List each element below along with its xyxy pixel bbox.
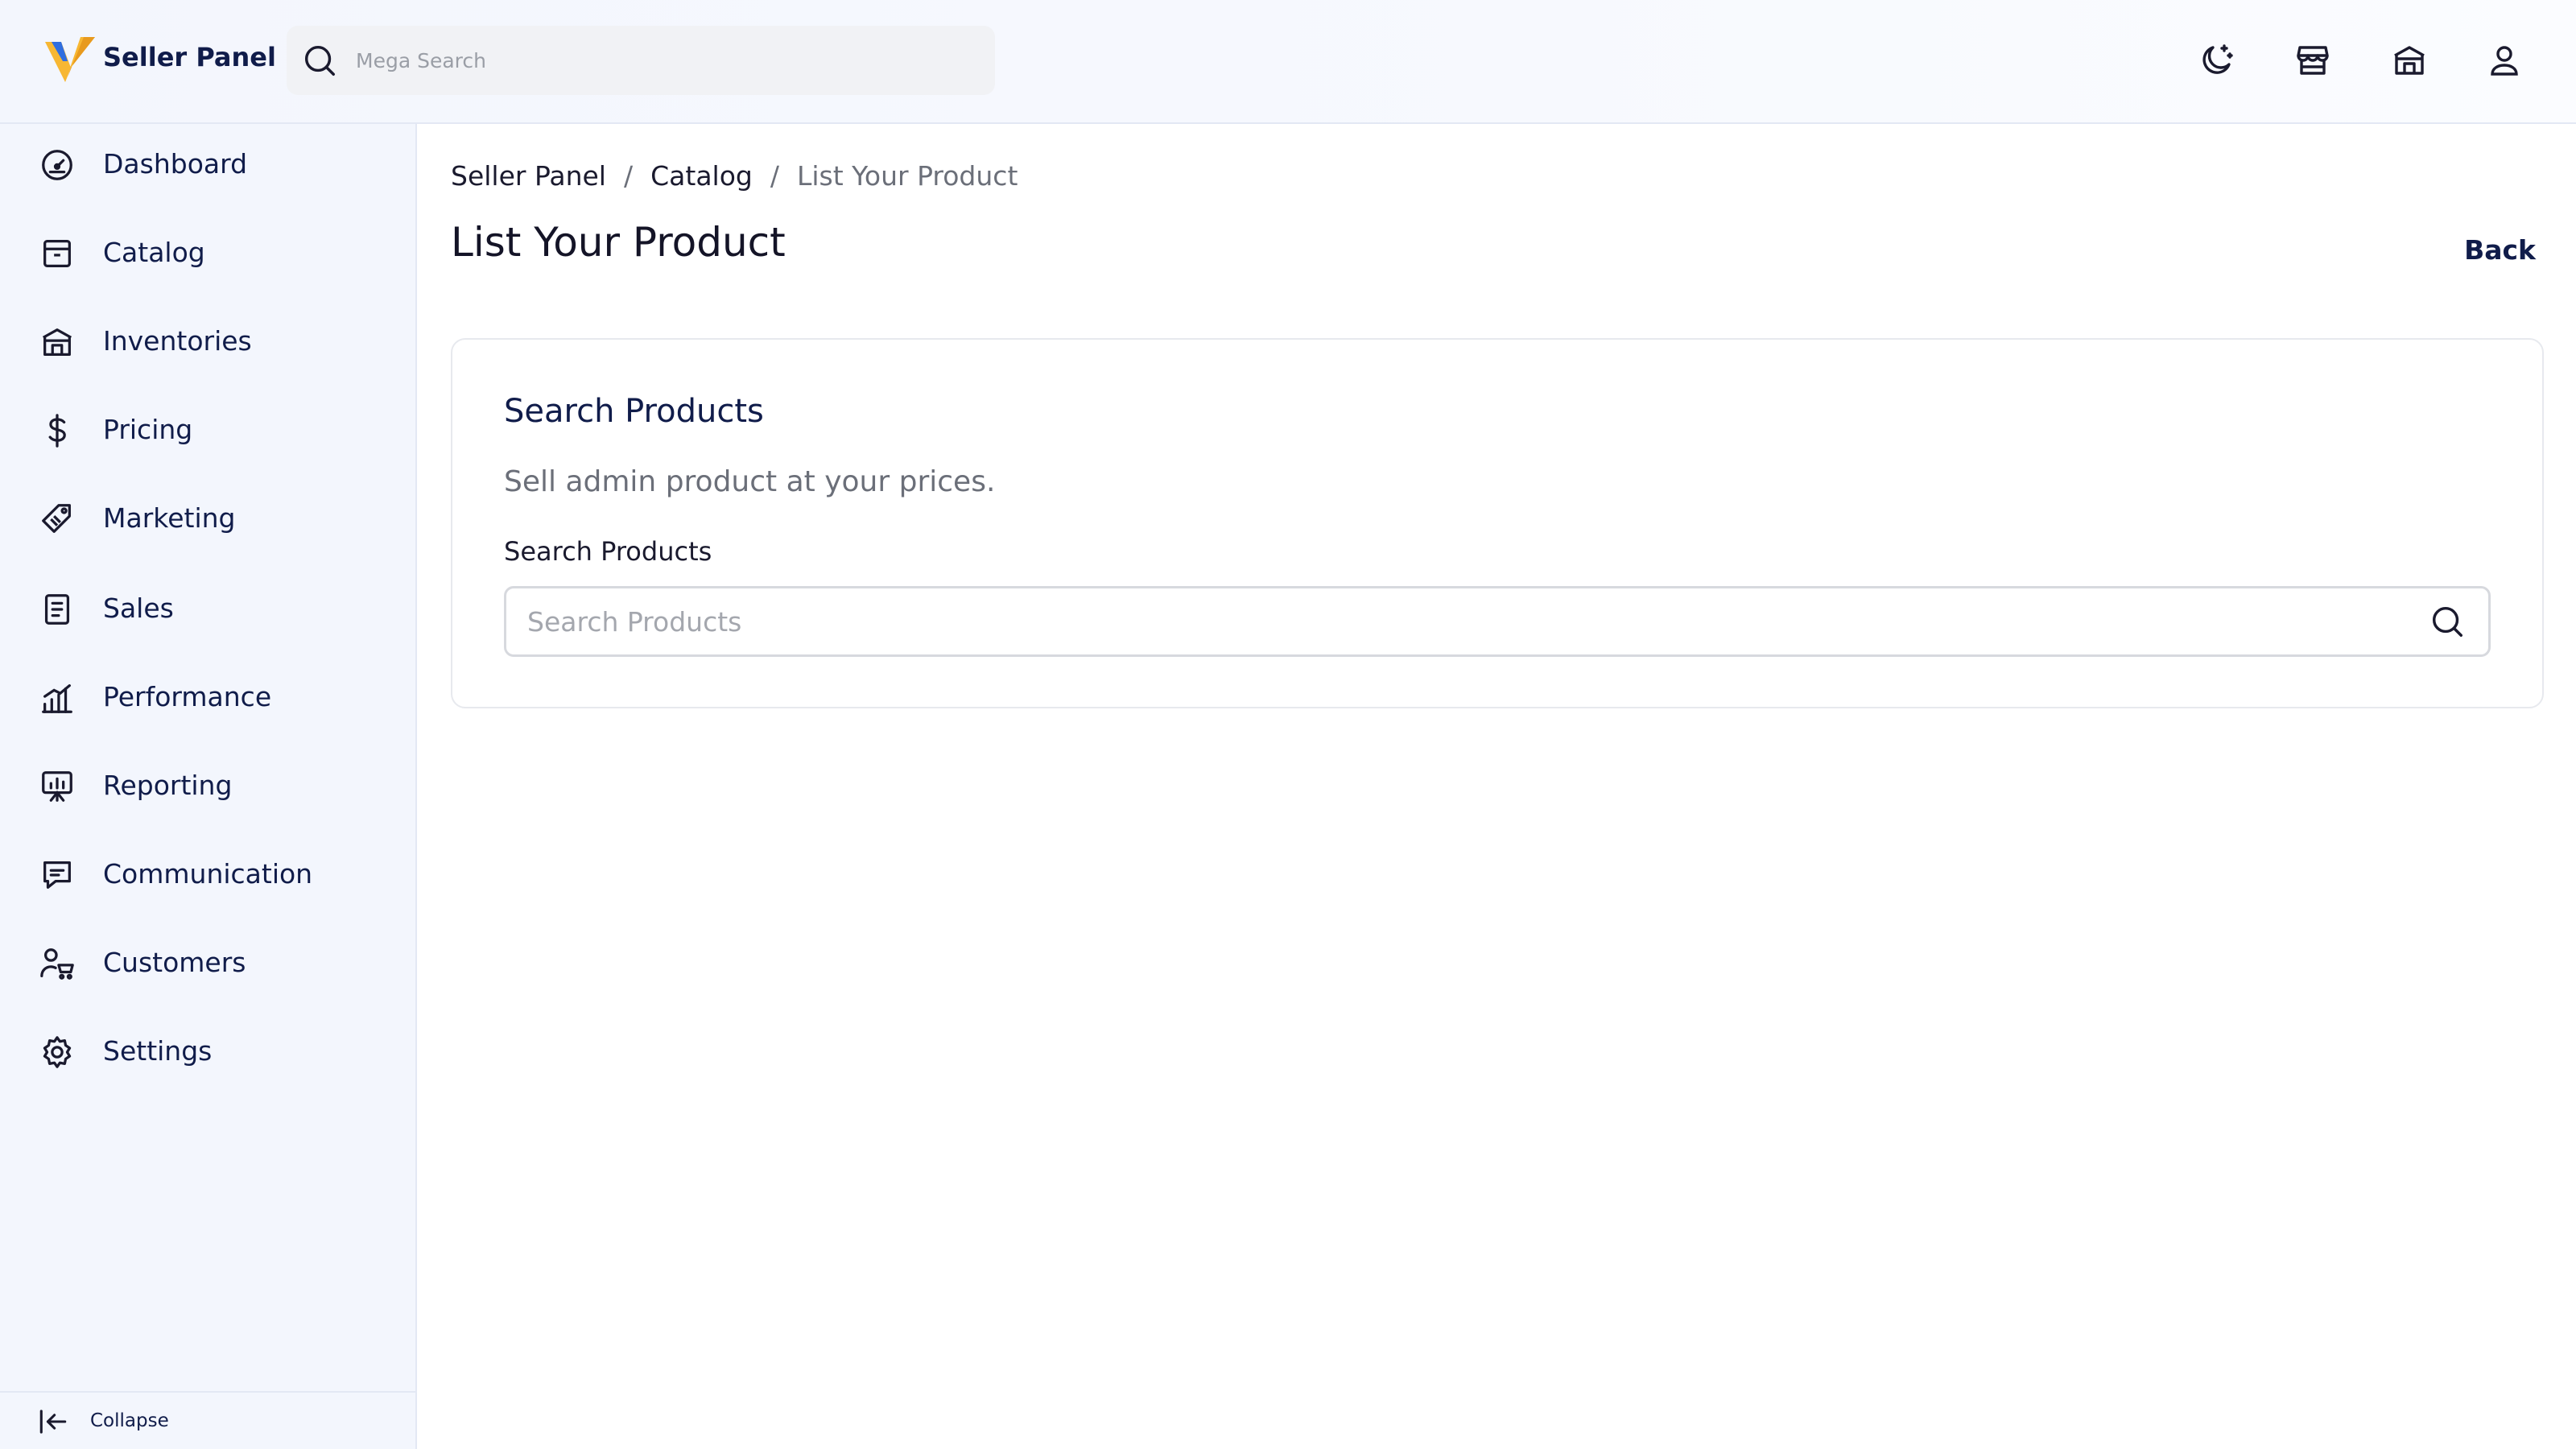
sidebar-item-label: Pricing <box>103 414 193 445</box>
mega-search-input[interactable] <box>356 26 976 95</box>
catalog-box-icon <box>43 240 71 267</box>
product-search-box[interactable] <box>504 586 2491 657</box>
search-products-card: Search Products Sell admin product at yo… <box>451 338 2544 708</box>
presentation-chart-icon <box>42 771 72 802</box>
sidebar-item-label: Sales <box>103 592 174 624</box>
top-header: Seller Panel <box>0 0 2576 124</box>
collapse-label: Collapse <box>90 1410 169 1431</box>
sidebar-item-dashboard[interactable]: Dashboard <box>0 124 415 204</box>
breadcrumb-separator: / <box>770 159 779 192</box>
breadcrumb: Seller Panel / Catalog / List Your Produ… <box>451 158 1018 193</box>
sidebar-item-pricing[interactable]: Pricing <box>0 390 415 470</box>
search-icon[interactable] <box>2429 603 2466 640</box>
brand-name: Seller Panel <box>103 42 276 72</box>
back-button[interactable]: Back <box>2407 225 2536 274</box>
card-title: Search Products <box>504 393 764 430</box>
store-icon <box>2297 46 2329 75</box>
tag-icon <box>42 504 71 533</box>
dollar-icon <box>48 414 66 448</box>
warehouse-icon <box>2394 46 2425 75</box>
receipt-icon <box>44 594 70 625</box>
breadcrumb-separator: / <box>623 159 634 192</box>
theme-toggle-icon <box>2202 44 2233 74</box>
product-search-input[interactable] <box>527 588 2395 654</box>
bar-chart-icon <box>42 684 72 713</box>
sidebar-item-label: Reporting <box>103 770 233 801</box>
page-title: List Your Product <box>451 219 786 266</box>
sidebar-item-label: Customers <box>103 947 246 978</box>
theme-toggle-button[interactable] <box>2193 37 2240 84</box>
sidebar-item-label: Dashboard <box>103 148 248 180</box>
message-icon <box>43 861 71 889</box>
collapse-arrow-icon <box>39 1410 67 1434</box>
search-icon <box>304 45 335 76</box>
search-products-label: Search Products <box>504 536 712 567</box>
warehouse-button[interactable] <box>2386 37 2433 84</box>
card-subtitle: Sell admin product at your prices. <box>504 465 996 498</box>
sidebar-item-label: Inventories <box>103 325 252 357</box>
sidebar-item-label: Settings <box>103 1035 213 1067</box>
customer-cart-icon <box>40 948 74 980</box>
sidebar-item-sales[interactable]: Sales <box>0 568 415 649</box>
collapse-sidebar-button[interactable]: Collapse <box>0 1391 415 1449</box>
user-icon <box>2491 46 2518 76</box>
sidebar-item-marketing[interactable]: Marketing <box>0 478 415 559</box>
seller-panel-logo <box>45 37 95 82</box>
sidebar-item-settings[interactable]: Settings <box>0 1011 415 1092</box>
breadcrumb-seller-panel[interactable]: Seller Panel <box>451 160 606 192</box>
breadcrumb-current: List Your Product <box>796 159 1018 192</box>
sidebar: Dashboard Catalog Inventories Pricing Ma… <box>0 124 417 1449</box>
user-account-button[interactable] <box>2481 37 2528 84</box>
sidebar-item-communication[interactable]: Communication <box>0 834 415 914</box>
sidebar-item-customers[interactable]: Customers <box>0 923 415 1003</box>
gear-icon <box>43 1036 72 1068</box>
warehouse-icon <box>42 328 72 356</box>
sidebar-item-label: Performance <box>103 681 272 712</box>
mega-search-bar[interactable] <box>287 26 995 95</box>
store-button[interactable] <box>2289 37 2336 84</box>
sidebar-item-reporting[interactable]: Reporting <box>0 745 415 826</box>
dashboard-gauge-icon <box>42 150 72 180</box>
sidebar-item-label: Marketing <box>103 502 236 534</box>
sidebar-item-label: Catalog <box>103 237 205 268</box>
sidebar-item-inventories[interactable]: Inventories <box>0 301 415 382</box>
sidebar-item-performance[interactable]: Performance <box>0 657 415 737</box>
breadcrumb-catalog[interactable]: Catalog <box>650 160 753 192</box>
sidebar-item-catalog[interactable]: Catalog <box>0 213 415 293</box>
sidebar-item-label: Communication <box>103 858 313 890</box>
